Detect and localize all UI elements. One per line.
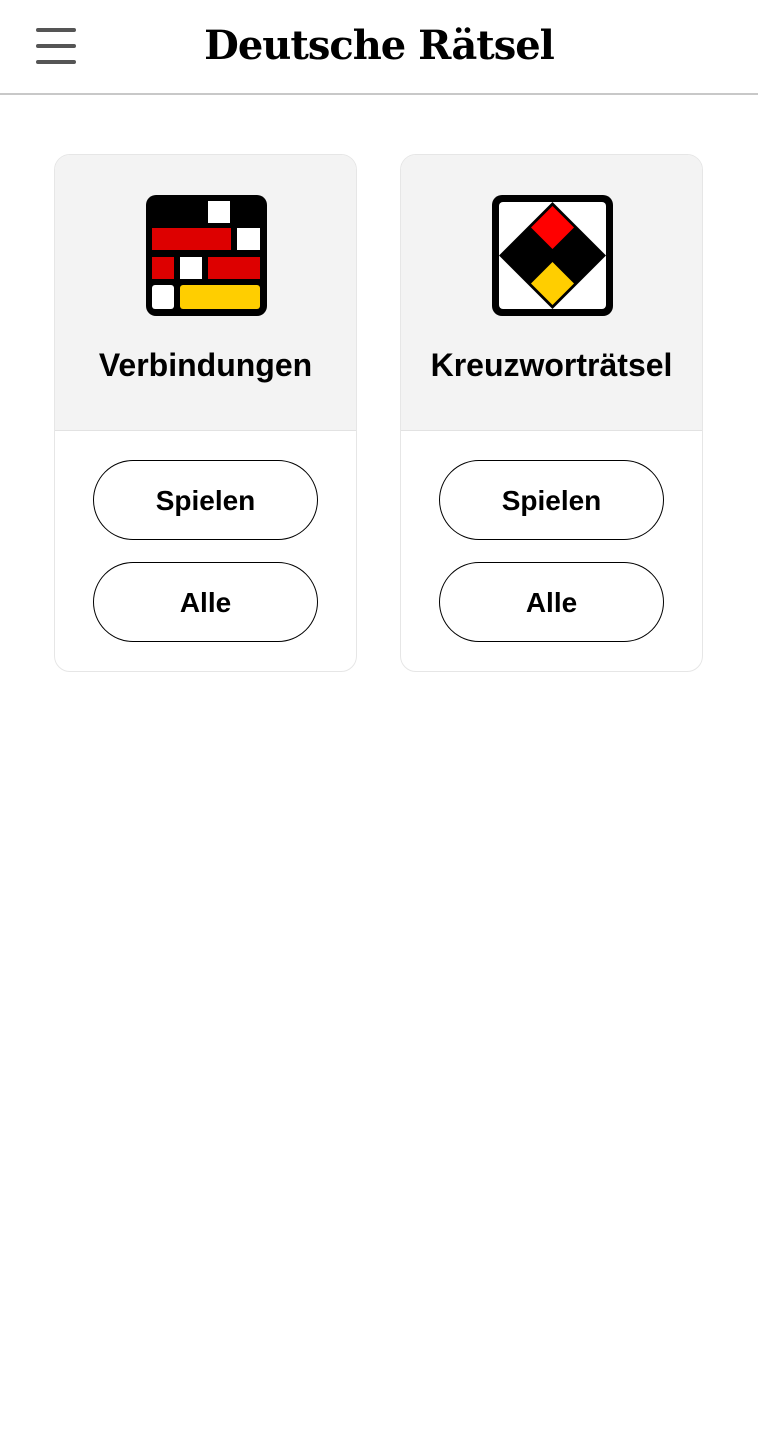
top-bar: Deutsche Rätsel [0, 0, 758, 95]
game-title: Kreuzworträtsel [430, 347, 673, 383]
game-title: Verbindungen [98, 347, 313, 383]
crossword-diamond-icon [492, 195, 613, 316]
game-card-kreuzwortraetsel: Kreuzworträtsel Spielen Alle [400, 154, 703, 672]
connections-grid-icon [146, 195, 267, 316]
card-header: Verbindungen [55, 155, 356, 431]
all-button[interactable]: Alle [93, 562, 318, 642]
game-card-verbindungen: Verbindungen Spielen Alle [54, 154, 357, 672]
play-button[interactable]: Spielen [93, 460, 318, 540]
app-title: Deutsche Rätsel [204, 22, 555, 69]
play-button[interactable]: Spielen [439, 460, 664, 540]
all-button[interactable]: Alle [439, 562, 664, 642]
card-header: Kreuzworträtsel [401, 155, 702, 431]
